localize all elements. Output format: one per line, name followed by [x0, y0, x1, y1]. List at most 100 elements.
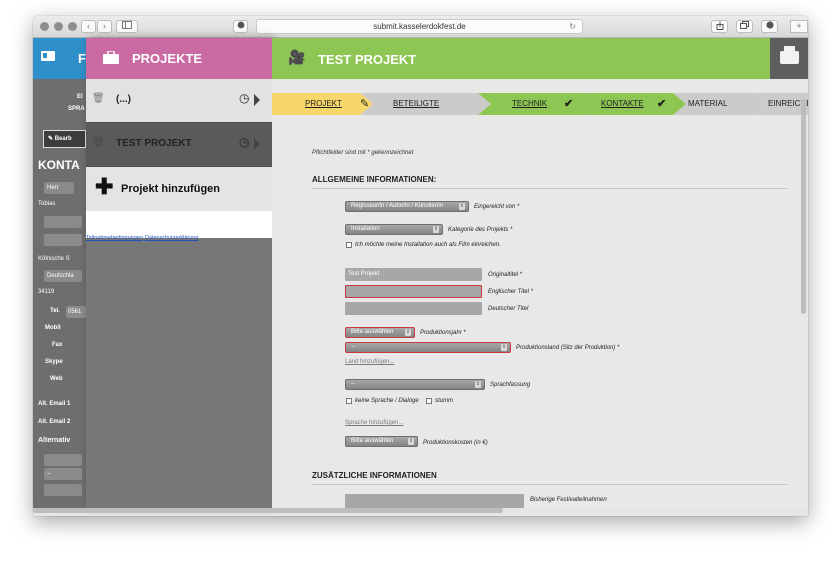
privacy-link[interactable]: Datenschutzerklärung — [145, 235, 199, 241]
contact-label: SPRA — [68, 106, 85, 112]
film-checkbox[interactable] — [346, 242, 352, 248]
no-language-label: keine Sprache / Dialoge — [355, 398, 419, 404]
original-title-value: Test Projekt — [348, 271, 380, 277]
production-costs-value: Bitte auswählen — [351, 438, 394, 444]
alternative-label: Alternativ — [38, 437, 71, 444]
language-select[interactable]: -- ⇕ — [345, 379, 485, 390]
vertical-scrollbar[interactable] — [801, 99, 806, 314]
country-field[interactable]: Deutschla — [44, 270, 82, 282]
select-arrows-icon: ⇕ — [475, 381, 481, 388]
select-arrows-icon: ⇕ — [433, 226, 439, 233]
edit-button[interactable]: ✎ Bearb — [43, 130, 86, 148]
submitted-by-value: Regisseur/in / Autor/in / Künstler/in — [351, 203, 444, 209]
salutation-value: Herr — [47, 185, 59, 191]
production-country-select[interactable]: -- ⇕ — [345, 342, 511, 353]
browser-window: ‹ › submit.kasselerdokfest.de ↻ + F El S… — [33, 16, 808, 516]
contact-select[interactable]: -- — [44, 468, 82, 480]
trash-icon[interactable]: 🗑 — [92, 93, 105, 104]
project-name: (...) — [116, 94, 131, 105]
add-country-link[interactable]: Land hinzufügen... — [345, 359, 394, 365]
checkmark-icon: ✔ — [657, 98, 667, 110]
horizontal-scrollbar[interactable] — [33, 508, 503, 513]
original-title-input[interactable]: Test Projekt — [345, 268, 482, 281]
project-item-selected[interactable]: 🗑 TEST PROJEKT ◷ — [86, 123, 272, 167]
production-year-value: Bitte auswählen — [351, 329, 394, 335]
projects-header: PROJEKTE — [86, 38, 272, 79]
projects-panel: PROJEKTE 🗑 (...) ◷ 🗑 TEST PROJEKT ◷ ✚ Pr… — [86, 38, 272, 508]
german-title-input[interactable] — [345, 302, 482, 315]
festivals-label: Bisherige Festivalteilnahmen — [530, 497, 607, 503]
mute-label: stumm — [435, 398, 453, 404]
downloads-button[interactable] — [761, 20, 778, 33]
step-material[interactable]: MATERIAL — [688, 93, 727, 115]
project-item[interactable]: 🗑 (...) ◷ — [86, 79, 272, 123]
contacts-header: F — [33, 38, 86, 79]
fax-label: Fax — [52, 342, 63, 348]
project-title: TEST PROJEKT — [318, 52, 417, 67]
print-button[interactable] — [770, 38, 808, 79]
select-arrows-icon: ⇕ — [459, 203, 465, 210]
select-arrows-icon: ⇕ — [501, 344, 507, 351]
add-project-button[interactable]: ✚ Projekt hinzufügen — [86, 167, 272, 211]
add-project-label: Projekt hinzufügen — [121, 183, 220, 195]
select-arrows-icon: ⇕ — [405, 329, 411, 336]
salutation-select[interactable]: Herr — [44, 182, 74, 194]
alt-email-1-label: Alt. Email 1 — [38, 401, 71, 407]
category-select[interactable]: Installation ⇕ — [345, 224, 443, 235]
country-value: Deutschla — [47, 273, 74, 279]
production-costs-select[interactable]: Bitte auswählen ⇕ — [345, 436, 418, 447]
pencil-icon: ✎ — [48, 136, 54, 142]
edit-label: Bearb — [54, 136, 72, 142]
briefcase-icon — [103, 51, 119, 64]
language-value: -- — [351, 381, 355, 387]
step-projekt[interactable]: PROJEKT — [305, 93, 342, 115]
tabs-button[interactable] — [736, 20, 753, 33]
tel-field[interactable]: 0561 — [66, 306, 86, 318]
forward-icon: › — [103, 21, 106, 31]
production-year-label: Produktionsjahr * — [420, 330, 466, 336]
download-icon — [765, 21, 774, 29]
step-beteiligte[interactable]: BETEILIGTE — [393, 93, 439, 115]
minimize-window-button[interactable] — [54, 22, 63, 31]
terms-link[interactable]: Teilnahmebedingungen — [86, 235, 143, 241]
contact-field[interactable] — [44, 216, 82, 228]
production-year-select[interactable]: Bitte auswählen ⇕ — [345, 327, 415, 338]
reload-icon[interactable]: ↻ — [569, 20, 576, 33]
original-title-label: Originaltitel * — [488, 272, 523, 278]
share-button[interactable] — [711, 20, 728, 33]
step-kontakte[interactable]: KONTAKTE — [601, 93, 644, 115]
close-window-button[interactable] — [40, 22, 49, 31]
step-technik-label: TECHNIK — [512, 99, 548, 108]
camera-icon: 🎥 — [288, 49, 306, 65]
sidebar-toggle-button[interactable] — [116, 20, 138, 33]
forward-button[interactable]: › — [97, 20, 112, 33]
zoom-window-button[interactable] — [68, 22, 77, 31]
new-tab-button[interactable]: + — [790, 20, 808, 33]
no-language-checkbox[interactable] — [346, 398, 352, 404]
add-language-link[interactable]: Sprache hinzufügen... — [345, 420, 403, 426]
tel-value: 0561 — [68, 309, 82, 315]
english-title-input[interactable] — [345, 285, 482, 298]
privacy-button[interactable] — [233, 20, 248, 33]
film-checkbox-label: Ich möchte meine Installation auch als F… — [355, 242, 501, 248]
contact-field[interactable] — [44, 454, 82, 466]
footer-links: Teilnahmebedingungen Datenschutzerklärung — [86, 235, 200, 241]
category-label: Kategorie des Projekts * — [448, 227, 513, 233]
contact-section-title: KONTA — [38, 158, 80, 172]
plus-icon: ✚ — [95, 174, 114, 199]
first-name-value: Tobias — [38, 201, 56, 207]
back-button[interactable]: ‹ — [81, 20, 96, 33]
festivals-textarea[interactable] — [345, 494, 524, 508]
arrow-right-icon — [254, 94, 260, 106]
projects-title: PROJEKTE — [132, 51, 203, 66]
mute-checkbox[interactable] — [426, 398, 432, 404]
project-name: TEST PROJEKT — [116, 138, 192, 149]
zip-value: 34119 — [38, 289, 55, 295]
section-additional-title: ZUSÄTZLICHE INFORMATIONEN — [312, 471, 437, 480]
submitted-by-select[interactable]: Regisseur/in / Autor/in / Künstler/in ⇕ — [345, 201, 469, 212]
contact-field[interactable] — [44, 484, 82, 496]
address-bar[interactable]: submit.kasselerdokfest.de ↻ — [256, 19, 583, 34]
contact-field[interactable] — [44, 234, 82, 246]
step-technik[interactable]: TECHNIK — [512, 93, 547, 115]
trash-icon[interactable]: 🗑 — [92, 137, 105, 148]
